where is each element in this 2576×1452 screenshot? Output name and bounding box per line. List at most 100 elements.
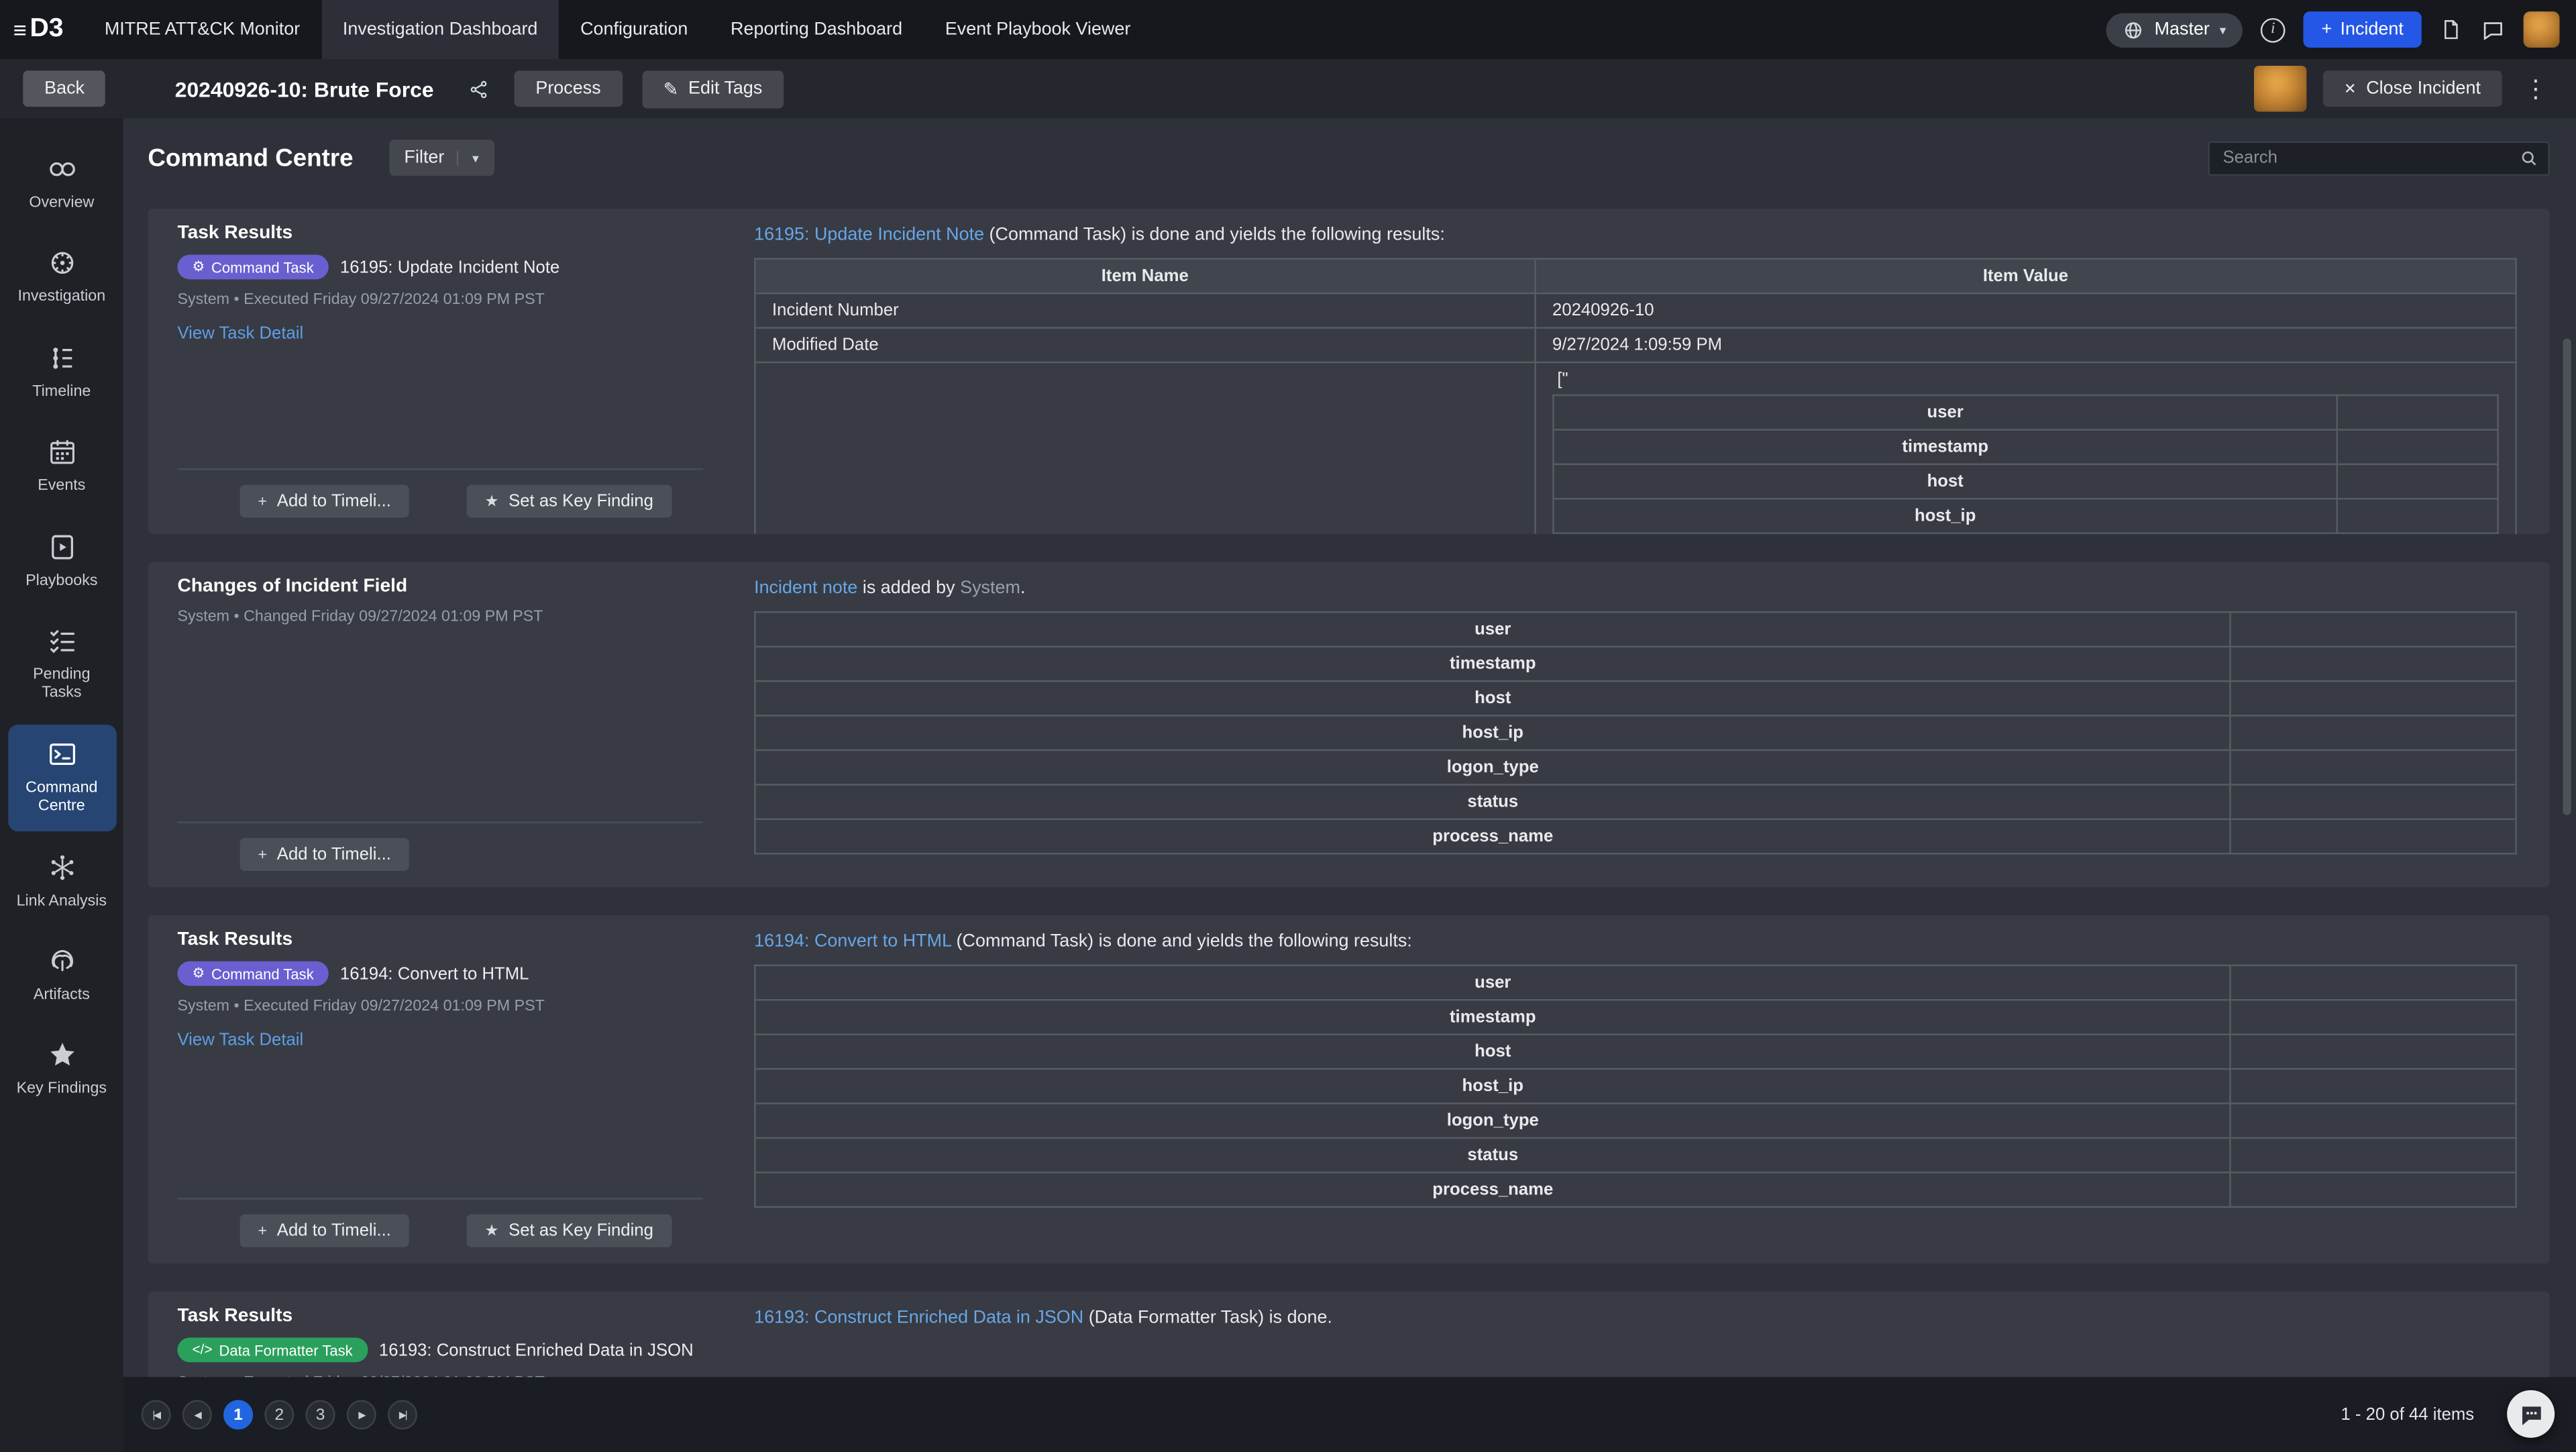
sidebar-item-timeline[interactable]: Timeline bbox=[7, 328, 116, 416]
badge-row: ⚙ Command Task 16194: Convert to HTML bbox=[177, 962, 704, 986]
sidebar: Overview Investigation Timeline Events P… bbox=[0, 118, 123, 1452]
page-button-1[interactable]: 1 bbox=[223, 1400, 253, 1430]
field-empty-cell bbox=[2231, 1103, 2516, 1137]
sidebar-item-events[interactable]: Events bbox=[7, 423, 116, 511]
kebab-menu-icon[interactable]: ⋮ bbox=[2518, 74, 2553, 103]
search-input[interactable] bbox=[2208, 140, 2549, 174]
task-meta: System • Changed Friday 09/27/2024 01:09… bbox=[177, 608, 704, 626]
field-name-cell: timestamp bbox=[755, 1000, 2231, 1034]
page-button-2[interactable]: 2 bbox=[264, 1400, 294, 1430]
sidebar-item-key-findings[interactable]: Key Findings bbox=[7, 1026, 116, 1114]
notes-value-cell: [" user bbox=[1535, 362, 2516, 534]
result-heading: 16195: Update Incident Note (Command Tas… bbox=[754, 225, 2517, 245]
field-name-cell: timestamp bbox=[755, 647, 2231, 681]
badge-label: Command Task bbox=[211, 966, 314, 982]
view-task-detail-link[interactable]: View Task Detail bbox=[177, 323, 303, 343]
sidebar-item-pending-tasks[interactable]: Pending Tasks bbox=[7, 611, 116, 718]
field-change-card: Changes of Incident Field System • Chang… bbox=[148, 562, 2549, 888]
app-window: ≡ D3 MITRE ATT&CK Monitor Investigation … bbox=[0, 0, 2576, 1452]
next-page-button[interactable]: ▶ bbox=[347, 1400, 376, 1430]
field-row: process_name bbox=[755, 819, 2516, 853]
first-page-button[interactable]: |◀ bbox=[142, 1400, 171, 1430]
share-icon[interactable] bbox=[468, 78, 490, 99]
card-actions: + Add to Timeli... ★ Set as Key Finding bbox=[177, 1198, 703, 1247]
task-meta: System • Executed Friday 09/27/2024 01:0… bbox=[177, 291, 704, 309]
field-empty-cell bbox=[2231, 612, 2516, 646]
scrollbar-thumb[interactable] bbox=[2563, 338, 2571, 815]
d3-logo-text: D3 bbox=[30, 15, 64, 44]
field-empty-cell bbox=[2231, 750, 2516, 784]
task-meta: System • Executed Friday 09/27/2024 01:0… bbox=[177, 998, 704, 1016]
close-incident-label: Close Incident bbox=[2366, 79, 2481, 99]
process-button[interactable]: Process bbox=[515, 70, 623, 107]
top-nav-items: MITRE ATT&CK Monitor Investigation Dashb… bbox=[83, 0, 1152, 59]
add-to-timeline-button[interactable]: + Add to Timeli... bbox=[240, 484, 409, 517]
view-task-detail-link[interactable]: View Task Detail bbox=[177, 1031, 303, 1050]
add-to-timeline-button[interactable]: + Add to Timeli... bbox=[240, 1214, 409, 1247]
add-to-timeline-label: Add to Timeli... bbox=[277, 1221, 391, 1241]
card-header: Task Results bbox=[177, 930, 704, 949]
field-name-cell: user bbox=[755, 612, 2231, 646]
command-task-badge: ⚙ Command Task bbox=[177, 962, 328, 986]
set-key-finding-button[interactable]: ★ Set as Key Finding bbox=[467, 484, 672, 517]
task-result-link[interactable]: 16194: Convert to HTML bbox=[754, 932, 951, 951]
nav-investigation-dashboard[interactable]: Investigation Dashboard bbox=[321, 0, 559, 59]
nav-configuration[interactable]: Configuration bbox=[559, 0, 709, 59]
task-result-card-16194: Task Results ⚙ Command Task 16194: Conve… bbox=[148, 915, 2549, 1263]
task-result-link[interactable]: 16195: Update Incident Note bbox=[754, 225, 984, 245]
task-title: 16194: Convert to HTML bbox=[340, 964, 529, 983]
master-selector[interactable]: Master ▾ bbox=[2107, 12, 2243, 46]
field-row: user bbox=[755, 966, 2516, 1000]
pencil-icon: ✎ bbox=[663, 78, 679, 99]
close-icon: ✕ bbox=[2344, 80, 2356, 98]
chat-icon[interactable] bbox=[2481, 17, 2506, 42]
star-icon: ★ bbox=[484, 492, 498, 510]
nav-reporting-dashboard[interactable]: Reporting Dashboard bbox=[709, 0, 924, 59]
incident-note-link[interactable]: Incident note bbox=[754, 578, 857, 598]
sidebar-item-investigation[interactable]: Investigation bbox=[7, 234, 116, 322]
table-row: Modified Date 9/27/2024 1:09:59 PM bbox=[755, 328, 2516, 362]
filter-button[interactable]: Filter ▾ bbox=[389, 140, 493, 176]
plus-icon: + bbox=[258, 1222, 267, 1240]
close-incident-button[interactable]: ✕ Close Incident bbox=[2322, 70, 2502, 107]
main-row: Overview Investigation Timeline Events P… bbox=[0, 118, 2576, 1452]
top-nav: ≡ D3 MITRE ATT&CK Monitor Investigation … bbox=[0, 0, 2576, 59]
add-to-timeline-button[interactable]: + Add to Timeli... bbox=[240, 838, 409, 871]
field-empty-cell bbox=[2231, 819, 2516, 853]
document-icon[interactable] bbox=[2440, 16, 2463, 42]
edit-tags-button[interactable]: ✎ Edit Tags bbox=[642, 70, 784, 107]
sidebar-item-label: Overview bbox=[29, 194, 94, 213]
nav-mitre-attack-monitor[interactable]: MITRE ATT&CK Monitor bbox=[83, 0, 321, 59]
page-button-3[interactable]: 3 bbox=[306, 1400, 335, 1430]
chevron-down-icon: ▾ bbox=[458, 150, 479, 165]
card-list: Task Results ⚙ Command Task 16195: Updat… bbox=[148, 209, 2549, 1377]
chat-fab-button[interactable] bbox=[2507, 1390, 2555, 1438]
field-empty-cell bbox=[2337, 395, 2498, 429]
card-result: 16195: Update Incident Note (Command Tas… bbox=[754, 209, 2550, 534]
sidebar-item-overview[interactable]: Overview bbox=[7, 140, 116, 227]
sidebar-item-label: Playbooks bbox=[25, 571, 97, 590]
field-name-cell: process_name bbox=[755, 1172, 2231, 1206]
sidebar-item-playbooks[interactable]: Playbooks bbox=[7, 517, 116, 605]
nav-event-playbook-viewer[interactable]: Event Playbook Viewer bbox=[924, 0, 1152, 59]
user-avatar[interactable] bbox=[2524, 11, 2560, 48]
task-result-link[interactable]: 16193: Construct Enriched Data in JSON bbox=[754, 1308, 1083, 1327]
set-key-finding-button[interactable]: ★ Set as Key Finding bbox=[467, 1214, 672, 1247]
key-findings-icon bbox=[45, 1039, 78, 1072]
add-incident-label: Incident bbox=[2340, 19, 2403, 39]
info-icon[interactable]: i bbox=[2261, 17, 2286, 42]
search-icon[interactable] bbox=[2518, 147, 2540, 176]
field-row: timestamp bbox=[755, 1000, 2516, 1034]
assignee-avatar[interactable] bbox=[2253, 66, 2306, 112]
sidebar-item-artifacts[interactable]: Artifacts bbox=[7, 931, 116, 1019]
sidebar-item-command-centre[interactable]: Command Centre bbox=[7, 724, 116, 831]
last-page-button[interactable]: ▶| bbox=[388, 1400, 417, 1430]
d3-logo[interactable]: ≡ D3 bbox=[13, 0, 64, 59]
field-name-cell: logon_type bbox=[755, 750, 2231, 784]
task-result-card-16193: Task Results </> Data Formatter Task 161… bbox=[148, 1292, 2549, 1377]
prev-page-button[interactable]: ◀ bbox=[182, 1400, 212, 1430]
sidebar-item-link-analysis[interactable]: Link Analysis bbox=[7, 837, 116, 925]
back-button[interactable]: Back bbox=[23, 70, 106, 107]
field-table: user timestamp bbox=[754, 965, 2517, 1208]
add-incident-button[interactable]: + Incident bbox=[2304, 11, 2422, 48]
